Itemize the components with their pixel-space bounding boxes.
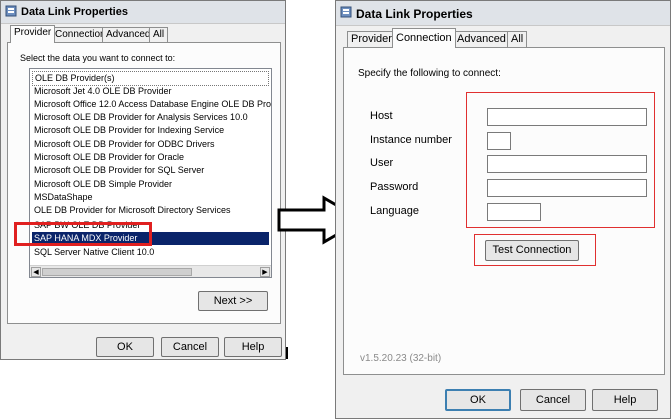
right-title-bar[interactable]: Data Link Properties	[336, 1, 670, 26]
left-data-link-dialog: Data Link Properties Provider Connection…	[0, 0, 286, 360]
data-link-icon	[340, 6, 352, 18]
list-item[interactable]: Microsoft OLE DB Provider for Analysis S…	[32, 111, 269, 124]
password-label: Password	[370, 181, 419, 193]
scroll-right-icon[interactable]: ▶	[260, 267, 270, 277]
test-connection-highlight	[474, 234, 596, 266]
list-item[interactable]: SQL Server Native Client 10.0	[32, 246, 269, 259]
left-tab-advanced[interactable]: Advanced	[102, 27, 155, 43]
divider-mark	[286, 347, 288, 359]
left-tab-provider[interactable]: Provider	[10, 25, 56, 43]
left-tab-connection[interactable]: Connection	[51, 27, 110, 43]
left-title-bar[interactable]: Data Link Properties	[1, 1, 285, 24]
provider-list-header[interactable]: OLE DB Provider(s)	[32, 71, 269, 86]
right-cancel-button[interactable]: Cancel	[520, 389, 586, 411]
horizontal-scrollbar[interactable]: ◀ ▶	[30, 265, 271, 277]
version-text: v1.5.20.23 (32-bit)	[360, 353, 442, 364]
list-item[interactable]: Microsoft OLE DB Provider for Oracle	[32, 151, 269, 164]
user-label: User	[370, 157, 394, 169]
list-item[interactable]: Microsoft Office 12.0 Access Database En…	[32, 98, 271, 111]
next-button[interactable]: Next >>	[198, 291, 268, 311]
left-ok-button[interactable]: OK	[96, 337, 154, 357]
list-item[interactable]: Microsoft OLE DB Provider for ODBC Drive…	[32, 138, 269, 151]
right-tab-connection[interactable]: Connection	[392, 28, 456, 48]
host-label: Host	[370, 110, 393, 122]
list-item[interactable]: MSDataShape	[32, 191, 269, 204]
data-link-icon	[5, 5, 17, 17]
horizontal-scroll-thumb[interactable]	[42, 268, 192, 276]
list-item[interactable]: Microsoft Jet 4.0 OLE DB Provider	[32, 85, 269, 98]
right-connection-panel: Specify the following to connect: Host I…	[343, 47, 665, 375]
list-item[interactable]: OLE DB Provider for Microsoft Directory …	[32, 204, 269, 217]
list-item[interactable]: Microsoft OLE DB Simple Provider	[32, 178, 269, 191]
scroll-left-icon[interactable]: ◀	[31, 267, 41, 277]
selected-provider-highlight	[14, 222, 152, 246]
left-dialog-title: Data Link Properties	[21, 6, 128, 18]
left-tab-all[interactable]: All	[149, 27, 169, 43]
right-tab-provider[interactable]: Provider	[347, 31, 396, 48]
right-tab-all[interactable]: All	[507, 31, 528, 48]
connection-fields-highlight	[466, 92, 655, 228]
list-item[interactable]: Microsoft OLE DB Provider for Indexing S…	[32, 124, 269, 137]
select-data-instruction: Select the data you want to connect to:	[20, 53, 176, 63]
instance-number-label: Instance number	[370, 134, 452, 146]
right-tab-advanced[interactable]: Advanced	[453, 31, 510, 48]
left-help-button[interactable]: Help	[224, 337, 282, 357]
list-item[interactable]: Microsoft OLE DB Provider for SQL Server	[32, 164, 269, 177]
right-help-button[interactable]: Help	[592, 389, 658, 411]
provider-listbox[interactable]: OLE DB Provider(s) Microsoft Jet 4.0 OLE…	[29, 68, 272, 278]
language-label: Language	[370, 205, 419, 217]
left-cancel-button[interactable]: Cancel	[161, 337, 219, 357]
right-dialog-title: Data Link Properties	[356, 7, 473, 21]
specify-connection-instruction: Specify the following to connect:	[358, 68, 501, 79]
left-provider-panel: Select the data you want to connect to: …	[7, 42, 281, 324]
right-data-link-dialog: Data Link Properties Provider Connection…	[335, 0, 671, 419]
right-ok-button[interactable]: OK	[445, 389, 511, 411]
